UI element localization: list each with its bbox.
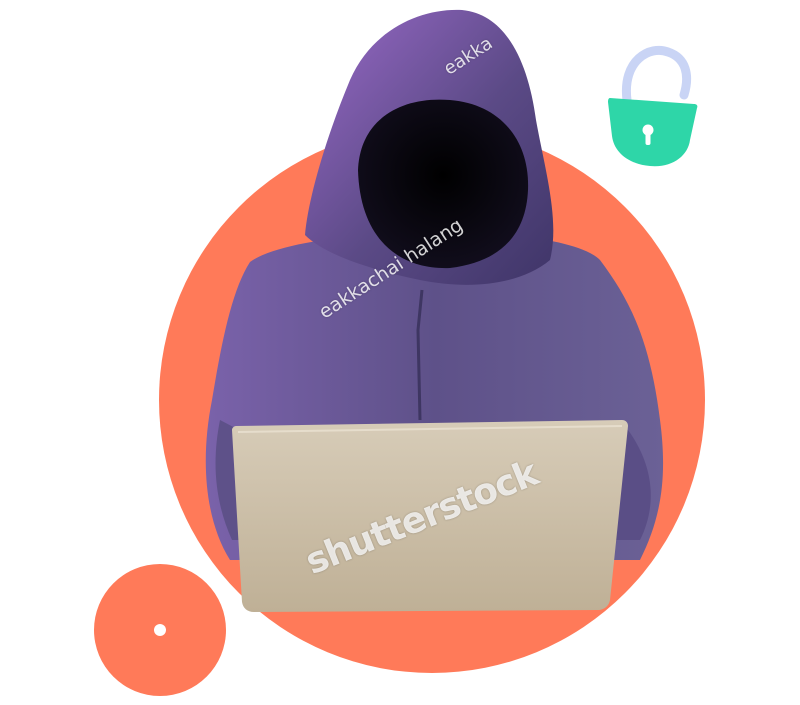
hero-illustration: eakka eakkachai halang shutterstock (0, 0, 800, 700)
illustration-canvas (94, 9, 705, 696)
dot-icon (154, 624, 166, 636)
padlock-open-icon (608, 45, 698, 167)
